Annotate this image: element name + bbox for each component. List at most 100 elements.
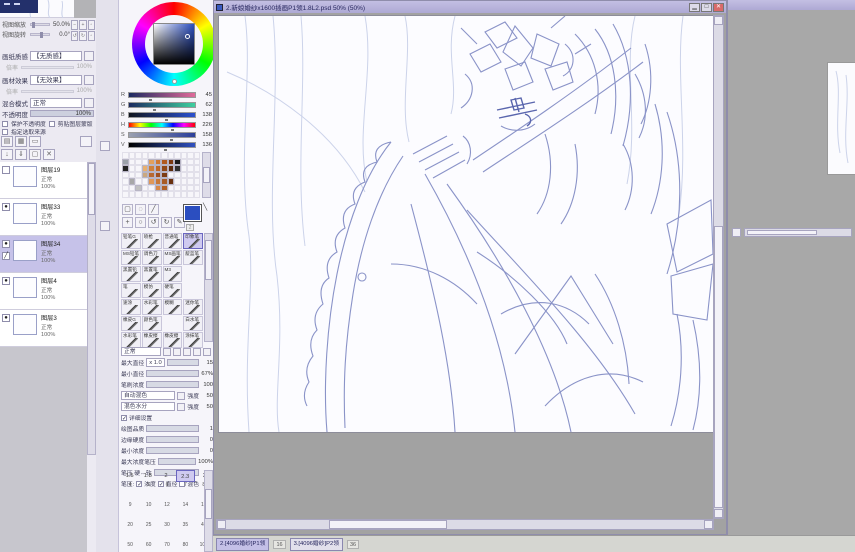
brush-size-cell[interactable]: 12 xyxy=(158,502,176,522)
line-tool[interactable]: ╱ xyxy=(148,204,159,215)
vertical-scrollbar-thumb[interactable] xyxy=(714,226,723,508)
setting-slider[interactable] xyxy=(167,359,199,366)
brush-shape-button[interactable] xyxy=(183,348,191,356)
selection-source-checkbox[interactable] xyxy=(2,129,8,135)
color-slider-bar[interactable] xyxy=(128,142,196,148)
brush-size-cell[interactable]: 20 xyxy=(121,522,139,542)
layer-panel-option-button[interactable] xyxy=(80,136,92,147)
scroll-up-button[interactable] xyxy=(714,16,723,25)
brush-size-cell[interactable]: 35 xyxy=(176,522,194,542)
panel-collapse-button[interactable] xyxy=(100,221,110,231)
canvas-horizontal-scrollbar[interactable] xyxy=(216,519,714,530)
brush-button[interactable]: 水彩笔 xyxy=(142,299,162,315)
secondary-scroll-left-button[interactable] xyxy=(732,228,741,237)
rotate-reset-button[interactable]: ▫ xyxy=(88,31,95,41)
brush-button[interactable]: 模糊 xyxy=(163,299,183,315)
close-button[interactable]: ✕ xyxy=(713,3,724,12)
new-pen-layer-button[interactable]: ▦ xyxy=(15,136,27,147)
new-layer-button[interactable]: ▤ xyxy=(1,136,13,147)
mix-label-box[interactable]: 混色水分 xyxy=(121,402,175,411)
size-scrollbar-thumb[interactable] xyxy=(205,489,212,519)
brush-button[interactable]: 速涂 xyxy=(121,299,141,315)
paper-texture-select[interactable]: 【无质感】 xyxy=(30,51,82,61)
layer-scrollbar-thumb[interactable] xyxy=(88,163,95,215)
panel-collapse-button[interactable] xyxy=(100,141,110,151)
lasso-tool[interactable]: ◌ xyxy=(135,204,146,215)
paper-texture-option-button[interactable] xyxy=(84,51,94,61)
clear-layer-button[interactable]: ▢ xyxy=(29,149,41,160)
diameter-unit-select[interactable]: x 1.0 xyxy=(146,358,165,367)
rotate-ccw-button[interactable]: ↺ xyxy=(71,31,78,41)
secondary-scrollbar-track[interactable] xyxy=(744,228,852,237)
delete-layer-button[interactable]: ✕ xyxy=(43,149,55,160)
merge-down-button[interactable]: ⇓ xyxy=(15,149,27,160)
setting-slider[interactable] xyxy=(146,447,199,454)
setting-slider[interactable] xyxy=(146,436,199,443)
color-slider-bar[interactable] xyxy=(128,112,196,118)
brush-button[interactable]: 白水笔 xyxy=(183,316,203,332)
transfer-down-button[interactable]: ↓ xyxy=(1,149,13,160)
brush-size-cell[interactable]: 5 xyxy=(139,482,157,502)
setting-slider[interactable] xyxy=(158,458,196,465)
brush-button[interactable]: MS画笔 xyxy=(163,250,183,266)
rotate-cw-button[interactable]: ↻ xyxy=(79,31,86,41)
layer-row[interactable]: ●╱图层34正常100% xyxy=(0,236,87,273)
select-rect-tool[interactable]: ▢ xyxy=(122,204,133,215)
brush-button[interactable]: 喷枪 xyxy=(142,233,162,249)
mix-option-button[interactable] xyxy=(177,392,185,400)
brush-grid-scrollbar[interactable] xyxy=(204,233,213,342)
scroll-right-button[interactable] xyxy=(704,520,713,529)
material-effect-select[interactable]: 【无效果】 xyxy=(30,75,82,85)
brush-size-cell[interactable]: 6 xyxy=(158,482,176,502)
brush-size-option[interactable]: 1.5 xyxy=(121,470,138,482)
layer-visibility-checkbox[interactable]: ● xyxy=(2,314,10,322)
advanced-settings-checkbox[interactable]: ✓ xyxy=(121,415,127,421)
layer-visibility-checkbox[interactable]: ● xyxy=(2,203,10,211)
brush-size-cell[interactable]: 4 xyxy=(121,482,139,502)
brush-shape-button[interactable] xyxy=(173,348,181,356)
swatch-scrollbar[interactable] xyxy=(202,152,211,198)
color-slider-bar[interactable] xyxy=(128,92,196,98)
brush-button[interactable]: 调色刀 xyxy=(142,250,162,266)
zoom-reset-button[interactable]: ▫ xyxy=(88,20,95,30)
brush-button[interactable]: MS铅笔 xyxy=(121,250,141,266)
brush-mode-select[interactable]: 正常 xyxy=(121,347,161,356)
layer-visibility-checkbox[interactable]: ● xyxy=(2,240,10,248)
view-rotate-slider[interactable] xyxy=(30,33,50,36)
brush-button[interactable]: 黑置笔 xyxy=(142,266,162,282)
color-wheel[interactable] xyxy=(132,2,216,86)
opacity-slider[interactable]: 100% xyxy=(30,110,94,117)
flip-view-tool[interactable]: ↻ xyxy=(161,217,172,228)
canvas-vertical-scrollbar[interactable] xyxy=(713,15,724,519)
brush-mode-option-button[interactable] xyxy=(163,348,171,356)
brush-button[interactable]: 迷你笔 xyxy=(183,299,203,315)
brush-button[interactable]: 橡皮G xyxy=(121,316,141,332)
scroll-left-button[interactable] xyxy=(217,520,226,529)
brush-size-cell[interactable]: 50 xyxy=(121,542,139,552)
mix-option-button[interactable] xyxy=(177,403,185,411)
blend-mode-select[interactable]: 正常 xyxy=(30,98,82,108)
document-tab[interactable]: 3.[4096婚纱]P2领 xyxy=(290,538,343,551)
secondary-horizontal-scrollbar[interactable] xyxy=(732,228,854,238)
view-rotate-thumb[interactable] xyxy=(40,32,43,38)
zoom-in-button[interactable]: + xyxy=(79,20,86,30)
brush-size-cell[interactable]: 10 xyxy=(139,502,157,522)
layer-visibility-checkbox[interactable] xyxy=(2,166,10,174)
layer-row[interactable]: ●图层33正常100% xyxy=(0,199,87,236)
brush-size-cell[interactable]: 60 xyxy=(139,542,157,552)
brush-button[interactable]: 靛蓝笔 xyxy=(183,250,203,266)
rotate-view-tool[interactable]: ↺ xyxy=(148,217,159,228)
brush-size-cell[interactable]: 70 xyxy=(158,542,176,552)
setting-slider[interactable] xyxy=(146,370,199,377)
layer-row[interactable]: ●图层4正常100% xyxy=(0,273,87,310)
canvas-window-titlebar[interactable]: 2.新娘婚纱x1600插画P1领1.8L2.psd 50% (50%) ▁ □ … xyxy=(214,1,726,13)
brush-size-option[interactable]: 2 xyxy=(157,470,174,482)
material-effect-option-button[interactable] xyxy=(84,75,94,85)
size-scrollbar[interactable] xyxy=(204,470,213,552)
brush-size-cell[interactable]: 80 xyxy=(176,542,194,552)
color-slider-bar[interactable] xyxy=(128,132,196,138)
brush-button[interactable]: 普通笔 xyxy=(163,233,183,249)
mix-label-box[interactable]: 自动混色 xyxy=(121,391,175,400)
layer-row[interactable]: 图层19正常100% xyxy=(0,162,87,199)
navigator-preview[interactable] xyxy=(0,0,96,18)
